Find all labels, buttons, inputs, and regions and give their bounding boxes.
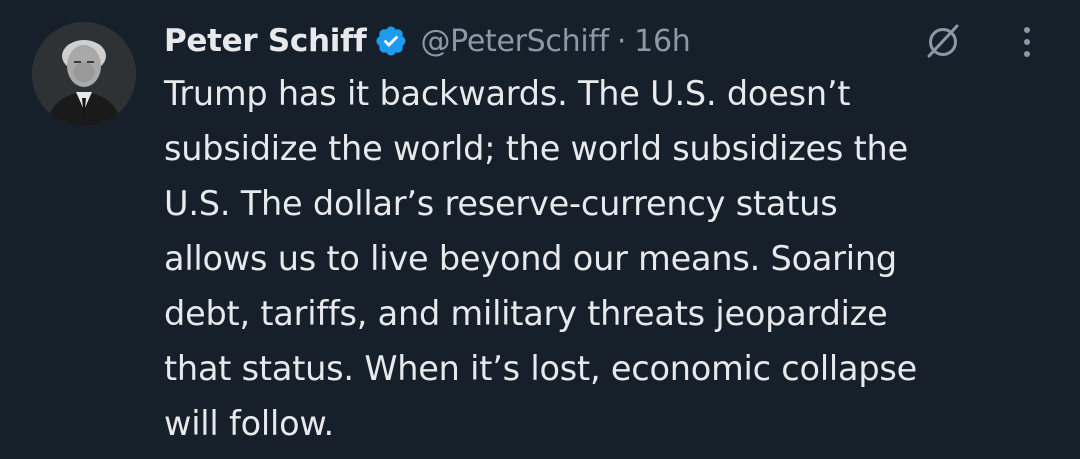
header-separator: · [616,23,627,59]
tweet-text-line: debt, tariffs, and military threats jeop… [164,294,888,333]
verified-badge-icon [374,24,408,58]
tweet-timestamp[interactable]: 16h [634,24,691,59]
tweet-text: Trump has it backwards. The U.S. doesn’t… [164,66,1044,451]
tweet-text-line: that status. When it’s lost, economic co… [164,349,918,388]
tweet-text-line: will follow. [164,404,334,443]
more-options-icon[interactable] [1018,22,1036,62]
grok-icon[interactable] [922,20,964,62]
author-avatar[interactable] [32,22,136,126]
author-name[interactable]: Peter Schiff [164,23,367,59]
avatar-image [32,22,136,126]
author-handle[interactable]: @PeterSchiff [420,24,609,59]
tweet-text-line: U.S. The dollar’s reserve-currency statu… [164,184,838,223]
tweet-text-line: allows us to live beyond our means. Soar… [164,239,897,278]
tweet-header: Peter Schiff @PeterSchiff · 16h [164,14,1048,68]
tweet-card[interactable]: Peter Schiff @PeterSchiff · 16h Trump ha… [0,0,1080,459]
tweet-text-line: subsidize the world; the world subsidize… [164,129,908,168]
tweet-text-line: Trump has it backwards. The U.S. doesn’t [164,74,851,113]
